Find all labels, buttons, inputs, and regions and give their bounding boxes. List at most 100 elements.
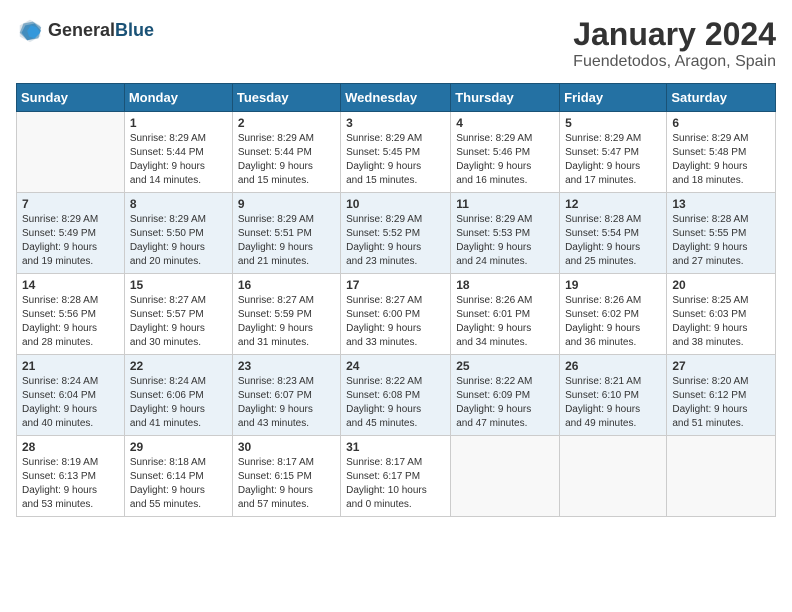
day-number: 19 — [565, 278, 661, 292]
day-info: Sunrise: 8:26 AM Sunset: 6:01 PM Dayligh… — [456, 294, 554, 350]
calendar-cell: 9 Sunrise: 8:29 AM Sunset: 5:51 PM Daylig… — [232, 193, 340, 274]
day-number: 25 — [456, 359, 554, 373]
day-number: 11 — [456, 197, 554, 211]
day-of-week-header: Monday — [124, 84, 232, 112]
calendar-cell: 1Sunrise: 8:29 AM Sunset: 5:44 PM Daylig… — [124, 112, 232, 193]
calendar-cell: 20Sunrise: 8:25 AM Sunset: 6:03 PM Dayli… — [667, 274, 776, 355]
logo: GeneralBlue — [16, 16, 154, 44]
calendar-cell: 30Sunrise: 8:17 AM Sunset: 6:15 PM Dayli… — [232, 436, 340, 517]
day-info: Sunrise: 8:29 AM Sunset: 5:45 PM Dayligh… — [346, 132, 445, 188]
calendar-header-row: SundayMondayTuesdayWednesdayThursdayFrid… — [17, 84, 776, 112]
calendar-cell: 24Sunrise: 8:22 AM Sunset: 6:08 PM Dayli… — [341, 355, 451, 436]
calendar-cell: 15Sunrise: 8:27 AM Sunset: 5:57 PM Dayli… — [124, 274, 232, 355]
day-info: Sunrise: 8:18 AM Sunset: 6:14 PM Dayligh… — [130, 456, 227, 512]
day-info: Sunrise: 8:29 AM Sunset: 5:51 PM Dayligh… — [238, 213, 335, 269]
day-of-week-header: Sunday — [17, 84, 125, 112]
day-number: 27 — [672, 359, 770, 373]
calendar-cell: 17 Sunrise: 8:27 AM Sunset: 6:00 PM Dayli… — [341, 274, 451, 355]
calendar-cell: 19 Sunrise: 8:26 AM Sunset: 6:02 PM Dayli… — [560, 274, 667, 355]
day-info: Sunrise: 8:21 AM Sunset: 6:10 PM Dayligh… — [565, 375, 661, 431]
day-info: Sunrise: 8:26 AM Sunset: 6:02 PM Dayligh… — [565, 294, 661, 350]
day-info: Sunrise: 8:28 AM Sunset: 5:56 PM Dayligh… — [22, 294, 119, 350]
day-info: Sunrise: 8:20 AM Sunset: 6:12 PM Dayligh… — [672, 375, 770, 431]
day-number: 6 — [672, 116, 770, 130]
calendar-cell — [560, 436, 667, 517]
calendar-table: SundayMondayTuesdayWednesdayThursdayFrid… — [16, 83, 776, 517]
day-number: 31 — [346, 440, 445, 454]
day-info: Sunrise: 8:29 AM Sunset: 5:44 PM Dayligh… — [238, 132, 335, 188]
calendar-cell: 14 Sunrise: 8:28 AM Sunset: 5:56 PM Dayli… — [17, 274, 125, 355]
day-number: 4 — [456, 116, 554, 130]
day-of-week-header: Wednesday — [341, 84, 451, 112]
day-number: 30 — [238, 440, 335, 454]
day-number: 22 — [130, 359, 227, 373]
day-info: Sunrise: 8:22 AM Sunset: 6:09 PM Dayligh… — [456, 375, 554, 431]
day-number: 5 — [565, 116, 661, 130]
day-number: 12 — [565, 197, 661, 211]
calendar-cell — [17, 112, 125, 193]
day-info: Sunrise: 8:27 AM Sunset: 5:57 PM Dayligh… — [130, 294, 227, 350]
calendar-cell: 22 Sunrise: 8:24 AM Sunset: 6:06 PM Dayli… — [124, 355, 232, 436]
calendar-cell: 13Sunrise: 8:28 AM Sunset: 5:55 PM Dayli… — [667, 193, 776, 274]
calendar-cell: 16Sunrise: 8:27 AM Sunset: 5:59 PM Dayli… — [232, 274, 340, 355]
day-number: 16 — [238, 278, 335, 292]
main-title: January 2024 — [573, 16, 776, 53]
calendar-body: 1 Sunrise: 8:29 AM Sunset: 5:44 PM Daylig… — [17, 112, 776, 517]
day-number: 17 — [346, 278, 445, 292]
calendar-week-row: 14 Sunrise: 8:28 AM Sunset: 5:56 PM Dayli… — [17, 274, 776, 355]
day-info: Sunrise: 8:22 AM Sunset: 6:08 PM Dayligh… — [346, 375, 445, 431]
day-info: Sunrise: 8:29 AM Sunset: 5:50 PM Dayligh… — [130, 213, 227, 269]
logo-text-general: General — [48, 20, 115, 40]
calendar-cell: 27 Sunrise: 8:20 AM Sunset: 6:12 PM Dayli… — [667, 355, 776, 436]
calendar-week-row: 21 Sunrise: 8:24 AM Sunset: 6:04 PM Dayli… — [17, 355, 776, 436]
day-number: 18 — [456, 278, 554, 292]
calendar-cell: 7 Sunrise: 8:29 AM Sunset: 5:49 PM Daylig… — [17, 193, 125, 274]
day-number: 14 — [22, 278, 119, 292]
day-number: 2 — [238, 116, 335, 130]
calendar-cell: 3Sunrise: 8:29 AM Sunset: 5:45 PM Daylig… — [341, 112, 451, 193]
title-area: January 2024 Fuendetodos, Aragon, Spain — [573, 16, 776, 71]
day-number: 28 — [22, 440, 119, 454]
day-number: 1 — [130, 116, 227, 130]
header: GeneralBlue January 2024 Fuendetodos, Ar… — [16, 16, 776, 71]
day-info: Sunrise: 8:29 AM Sunset: 5:48 PM Dayligh… — [672, 132, 770, 188]
calendar-cell: 29Sunrise: 8:18 AM Sunset: 6:14 PM Dayli… — [124, 436, 232, 517]
calendar-cell — [451, 436, 560, 517]
day-number: 13 — [672, 197, 770, 211]
day-info: Sunrise: 8:27 AM Sunset: 6:00 PM Dayligh… — [346, 294, 445, 350]
calendar-cell: 26 Sunrise: 8:21 AM Sunset: 6:10 PM Dayli… — [560, 355, 667, 436]
calendar-week-row: 1 Sunrise: 8:29 AM Sunset: 5:44 PM Daylig… — [17, 112, 776, 193]
calendar-cell: 8 Sunrise: 8:29 AM Sunset: 5:50 PM Daylig… — [124, 193, 232, 274]
calendar-cell: 31 Sunrise: 8:17 AM Sunset: 6:17 PM Dayli… — [341, 436, 451, 517]
calendar-cell: 2 Sunrise: 8:29 AM Sunset: 5:44 PM Daylig… — [232, 112, 340, 193]
calendar-cell: 5 Sunrise: 8:29 AM Sunset: 5:47 PM Daylig… — [560, 112, 667, 193]
calendar-cell: 4 Sunrise: 8:29 AM Sunset: 5:46 PM Daylig… — [451, 112, 560, 193]
day-number: 26 — [565, 359, 661, 373]
calendar-cell: 28 Sunrise: 8:19 AM Sunset: 6:13 PM Dayli… — [17, 436, 125, 517]
logo-icon — [16, 16, 44, 44]
day-info: Sunrise: 8:17 AM Sunset: 6:17 PM Dayligh… — [346, 456, 445, 512]
calendar-cell — [667, 436, 776, 517]
calendar-cell: 10 Sunrise: 8:29 AM Sunset: 5:52 PM Dayli… — [341, 193, 451, 274]
day-of-week-header: Friday — [560, 84, 667, 112]
calendar-cell: 18 Sunrise: 8:26 AM Sunset: 6:01 PM Dayli… — [451, 274, 560, 355]
calendar-cell: 12Sunrise: 8:28 AM Sunset: 5:54 PM Dayli… — [560, 193, 667, 274]
calendar-cell: 25 Sunrise: 8:22 AM Sunset: 6:09 PM Dayli… — [451, 355, 560, 436]
day-info: Sunrise: 8:24 AM Sunset: 6:06 PM Dayligh… — [130, 375, 227, 431]
day-number: 9 — [238, 197, 335, 211]
day-number: 7 — [22, 197, 119, 211]
day-info: Sunrise: 8:29 AM Sunset: 5:49 PM Dayligh… — [22, 213, 119, 269]
day-info: Sunrise: 8:24 AM Sunset: 6:04 PM Dayligh… — [22, 375, 119, 431]
day-info: Sunrise: 8:19 AM Sunset: 6:13 PM Dayligh… — [22, 456, 119, 512]
day-of-week-header: Saturday — [667, 84, 776, 112]
day-number: 10 — [346, 197, 445, 211]
calendar-cell: 21 Sunrise: 8:24 AM Sunset: 6:04 PM Dayli… — [17, 355, 125, 436]
sub-title: Fuendetodos, Aragon, Spain — [573, 53, 776, 71]
day-info: Sunrise: 8:29 AM Sunset: 5:52 PM Dayligh… — [346, 213, 445, 269]
calendar-cell: 6 Sunrise: 8:29 AM Sunset: 5:48 PM Daylig… — [667, 112, 776, 193]
day-info: Sunrise: 8:29 AM Sunset: 5:46 PM Dayligh… — [456, 132, 554, 188]
day-number: 23 — [238, 359, 335, 373]
day-number: 8 — [130, 197, 227, 211]
day-info: Sunrise: 8:29 AM Sunset: 5:47 PM Dayligh… — [565, 132, 661, 188]
day-number: 21 — [22, 359, 119, 373]
